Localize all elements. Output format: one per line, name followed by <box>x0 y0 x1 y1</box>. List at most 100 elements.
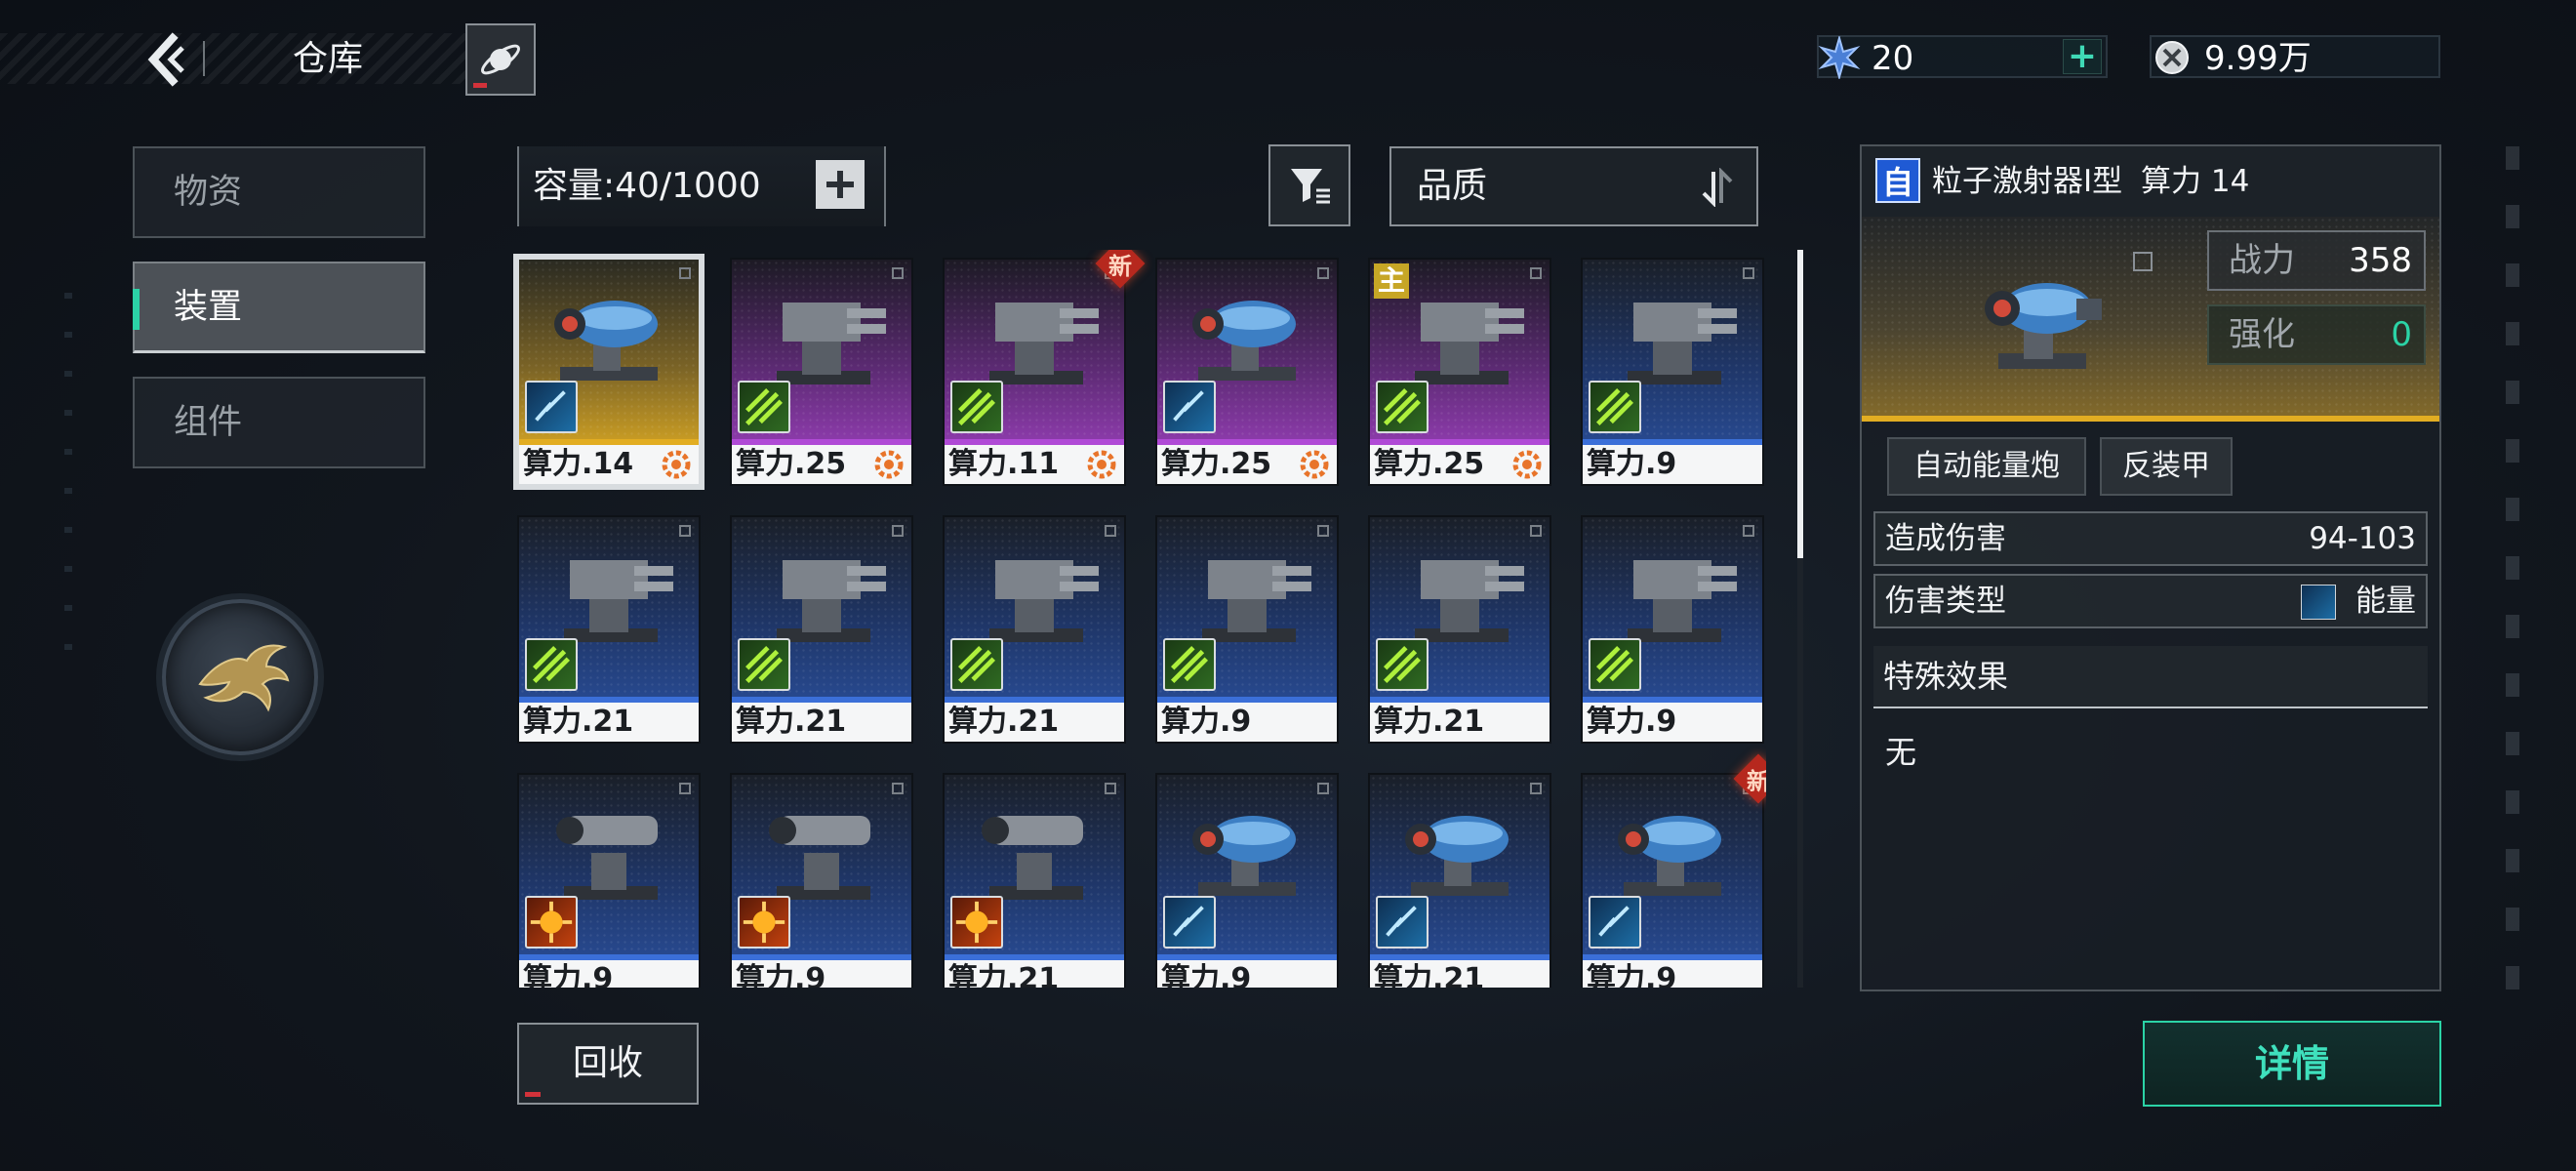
energy-type-icon <box>1163 381 1216 433</box>
kinetic-type-icon <box>1163 638 1216 691</box>
kinetic-type-icon <box>1376 381 1429 433</box>
lock-checkbox[interactable] <box>2133 252 2153 271</box>
coin-icon <box>2148 33 2196 82</box>
inventory-item-card[interactable]: 算力.25 <box>1155 258 1339 486</box>
faction-emblem[interactable] <box>162 599 318 755</box>
recycle-button[interactable]: 回收 <box>517 1023 699 1105</box>
energy-type-icon <box>2301 585 2336 620</box>
details-button[interactable]: 详情 <box>2143 1021 2441 1107</box>
item-power: 算力.9 <box>1587 705 1677 739</box>
kinetic-type-icon <box>1589 381 1641 433</box>
slot-indicator <box>892 525 904 537</box>
planet-button[interactable] <box>465 23 536 96</box>
inventory-item-card[interactable]: 算力.21 <box>730 515 913 744</box>
item-preview: 战力 358 强化 0 <box>1862 217 2439 422</box>
filter-button[interactable] <box>1268 144 1350 226</box>
item-power: 算力.9 <box>736 962 826 988</box>
red-marker <box>525 1092 541 1097</box>
inventory-item-card[interactable]: 算力.25 <box>730 258 913 486</box>
item-footer: 算力.21 <box>1370 960 1550 988</box>
kinetic-type-icon <box>738 638 790 691</box>
inventory-item-card[interactable]: 算力.25 主 <box>1368 258 1551 486</box>
page-title: 仓库 <box>293 39 364 79</box>
inventory-item-card[interactable]: 算力.9 <box>1581 515 1764 744</box>
item-footer: 算力.9 <box>1157 960 1337 988</box>
auto-badge: 自 <box>1875 158 1920 203</box>
inventory-item-card[interactable]: 算力.9 新 <box>1581 753 1766 988</box>
inventory-item-card[interactable]: 算力.21 <box>1368 773 1551 988</box>
slot-indicator <box>679 525 691 537</box>
nav-item-label: 物资 <box>174 173 243 212</box>
slot-indicator <box>1105 783 1116 794</box>
right-decoration <box>2506 146 2519 1025</box>
stat-label: 战力 <box>2229 241 2295 280</box>
new-badge: 新 <box>1733 753 1766 804</box>
inventory-item-card[interactable]: 算力.14 <box>513 254 704 490</box>
row-label: 造成伤害 <box>1885 521 2006 556</box>
energy-type-icon <box>1163 896 1216 949</box>
enhance-stat: 强化 0 <box>2207 304 2426 365</box>
stat-value: 0 <box>2391 315 2412 354</box>
capacity-label: 容量:40/1000 <box>533 166 761 206</box>
item-power: 算力.9 <box>1161 705 1252 739</box>
phoenix-icon <box>198 644 290 712</box>
expand-capacity-button[interactable] <box>816 160 865 209</box>
inventory-item-card[interactable]: 算力.21 <box>517 515 701 744</box>
inventory-item-card[interactable]: 算力.9 <box>1155 515 1339 744</box>
item-power: 算力.21 <box>736 705 847 739</box>
inventory-grid: 算力.14 算力.25 算力.11 新算力.25 算力.25 主算力.9 算力.21 算力.2… <box>507 250 1766 988</box>
sort-label: 品质 <box>1417 166 1488 206</box>
item-power: 算力.25 <box>1374 447 1485 481</box>
red-marker <box>473 83 487 88</box>
energy-type-icon <box>525 381 578 433</box>
inventory-item-card[interactable]: 算力.9 <box>1155 773 1339 988</box>
nav-item-devices[interactable]: 装置 <box>133 262 425 353</box>
energy-type-icon <box>1376 896 1429 949</box>
item-footer: 算力.21 <box>1370 703 1550 742</box>
row-label: 伤害类型 <box>1885 584 2006 619</box>
item-footer: 算力.9 <box>1157 703 1337 742</box>
top-bar-stripe <box>0 33 468 84</box>
gear-icon <box>874 450 904 479</box>
item-power: 算力.25 <box>1161 447 1272 481</box>
combat-power-stat: 战力 358 <box>2207 230 2426 291</box>
tag-anti-armor: 反装甲 <box>2100 437 2233 496</box>
crystal-value: 20 <box>1872 39 1914 78</box>
scrollbar-thumb[interactable] <box>1797 250 1803 558</box>
inventory-item-card[interactable]: 算力.21 <box>1368 515 1551 744</box>
inventory-item-card[interactable]: 算力.21 <box>943 773 1126 988</box>
special-effect-heading: 特殊效果 <box>1873 646 2428 708</box>
inventory-item-card[interactable]: 算力.21 <box>943 515 1126 744</box>
row-value: 能量 <box>2355 584 2416 619</box>
quality-strip <box>1862 416 2439 422</box>
gear-icon <box>662 450 691 479</box>
damage-row: 造成伤害 94-103 <box>1873 511 2428 566</box>
slot-indicator <box>1317 267 1329 279</box>
kinetic-type-icon <box>738 381 790 433</box>
item-footer: 算力.14 <box>519 445 699 484</box>
sort-dropdown[interactable]: 品质 <box>1389 146 1758 226</box>
back-button[interactable] <box>135 27 195 92</box>
detail-header: 自 粒子激射器I型 算力 14 <box>1862 146 2439 217</box>
slot-indicator <box>679 783 691 794</box>
item-power: 算力.25 <box>736 447 847 481</box>
inventory-item-card[interactable]: 算力.9 <box>1581 258 1764 486</box>
details-label: 详情 <box>2254 1042 2329 1085</box>
add-crystal-button[interactable]: + <box>2063 39 2102 74</box>
sort-order-icon <box>1702 168 1733 207</box>
item-footer: 算力.21 <box>519 703 699 742</box>
nav-item-components[interactable]: 组件 <box>133 377 425 468</box>
inventory-item-card[interactable]: 算力.9 <box>517 773 701 988</box>
nav-item-materials[interactable]: 物资 <box>133 146 425 238</box>
recycle-label: 回收 <box>572 1043 643 1083</box>
item-footer: 算力.11 <box>945 445 1124 484</box>
item-footer: 算力.9 <box>1583 445 1762 484</box>
new-badge: 新 <box>1095 250 1146 289</box>
slot-indicator <box>1317 783 1329 794</box>
inventory-item-card[interactable]: 算力.11 新 <box>943 250 1146 486</box>
kinetic-type-icon <box>1376 638 1429 691</box>
slot-indicator <box>1743 267 1754 279</box>
inventory-item-card[interactable]: 算力.9 <box>730 773 913 988</box>
slot-indicator <box>679 267 691 279</box>
nav-item-label: 组件 <box>174 403 243 442</box>
